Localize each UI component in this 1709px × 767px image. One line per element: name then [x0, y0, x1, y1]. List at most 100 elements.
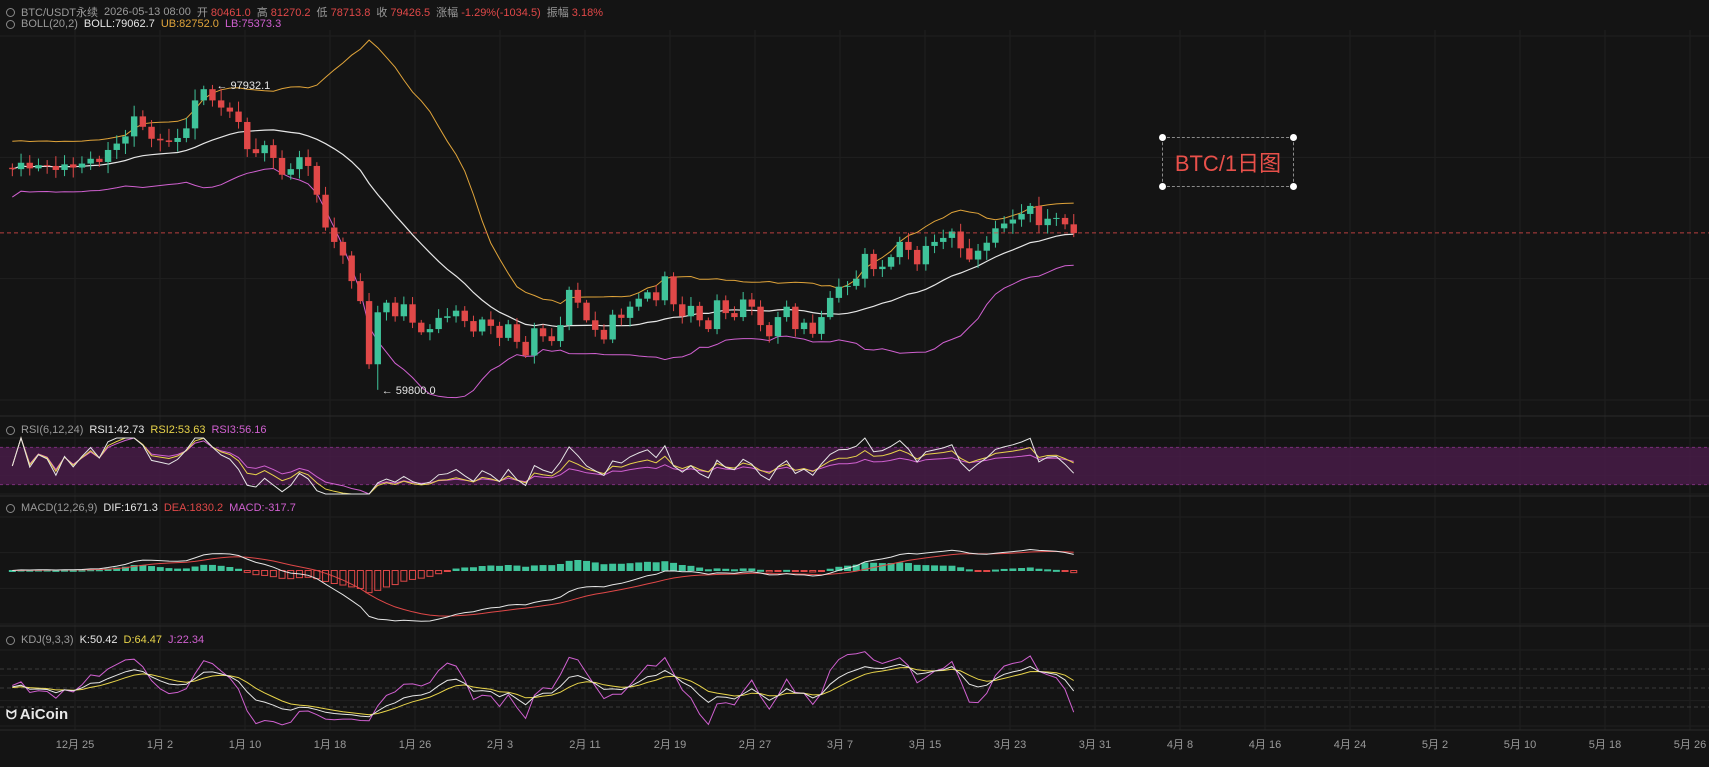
candle-body [722, 300, 729, 314]
boll-ub-value: UB:82752.0 [160, 18, 219, 30]
d-value: D:64.47 [123, 634, 163, 646]
macd-histogram-bar [704, 569, 712, 572]
candle-body [705, 320, 712, 330]
macd-histogram-bar [200, 564, 208, 572]
bell-icon[interactable] [6, 503, 15, 513]
macd-value: MACD:-317.7 [229, 502, 296, 514]
macd-histogram-bar [530, 565, 538, 571]
macd-histogram-bar [339, 570, 347, 586]
x-tick-label: 3月 23 [994, 739, 1026, 751]
candle-body [652, 292, 660, 301]
macd-histogram-bar [252, 570, 260, 576]
candle-body [191, 100, 199, 129]
candle-body [391, 302, 399, 317]
macd-histogram-bar [765, 570, 773, 573]
candle-body [322, 194, 329, 228]
candle-body [17, 162, 25, 170]
x-tick-label: 2月 19 [654, 739, 686, 751]
x-tick-label: 5月 10 [1504, 739, 1536, 751]
candle-body [1070, 224, 1077, 234]
dif-line [12, 548, 1074, 622]
macd-histogram-bar [939, 565, 947, 571]
candle-body [931, 241, 938, 246]
candle-body [409, 304, 416, 323]
rsi-name[interactable]: RSI(6,12,24) [21, 424, 83, 436]
collapse-toggle-icon[interactable] [6, 7, 15, 17]
x-tick-label: 4月 8 [1167, 739, 1193, 751]
dif-value: DIF:1671.3 [103, 502, 158, 514]
resize-handle[interactable] [1159, 134, 1166, 141]
macd-histogram-bar [591, 562, 599, 572]
bell-icon[interactable] [6, 19, 15, 29]
candle-body [418, 322, 425, 333]
min-price-label: ← 59800.0 [382, 385, 436, 397]
candle-body [592, 320, 599, 330]
candle-body [104, 149, 112, 162]
candle-body [565, 289, 573, 326]
macd-histogram-bar [1026, 567, 1034, 571]
macd-histogram-bar [226, 567, 234, 571]
macd-histogram-bar [957, 567, 965, 572]
candle-body [165, 140, 173, 142]
annotation-text: BTC/1日图 [1174, 151, 1282, 176]
x-tick-label: 3月 31 [1079, 739, 1111, 751]
candle-body [644, 292, 651, 299]
candle-body [113, 143, 120, 150]
resize-handle[interactable] [1290, 134, 1297, 141]
macd-histogram-bar [1000, 568, 1008, 571]
candle-body [400, 304, 408, 317]
x-tick-label: 1月 26 [399, 739, 431, 751]
bell-icon[interactable] [6, 635, 15, 645]
macd-histogram-bar [426, 570, 434, 577]
bell-icon[interactable] [6, 425, 15, 435]
candle-body [870, 253, 877, 270]
kdj-name[interactable]: KDJ(9,3,3) [21, 634, 74, 646]
macd-name[interactable]: MACD(12,26,9) [21, 502, 97, 514]
candle-body [270, 145, 277, 158]
macd-histogram-bar [182, 568, 190, 572]
candle-body [609, 314, 616, 340]
candle-body [548, 336, 555, 342]
macd-histogram-bar [269, 570, 277, 578]
candle-body [461, 310, 468, 322]
macd-histogram-bar [548, 565, 556, 571]
candle-body [496, 325, 503, 338]
candle-body [896, 241, 903, 258]
macd-histogram-bar [365, 570, 373, 594]
candle-body [487, 319, 495, 326]
macd-histogram-bar [991, 569, 999, 572]
resize-handle[interactable] [1290, 183, 1297, 190]
macd-histogram-bar [600, 564, 608, 572]
candle-body [348, 255, 355, 282]
candle-body [679, 304, 686, 317]
candle-body [35, 165, 42, 169]
candle-body [739, 299, 747, 318]
macd-histogram-bar [635, 562, 643, 571]
macd-histogram-bar [670, 562, 678, 571]
candle-body [96, 158, 103, 162]
macd-histogram-bar [878, 563, 886, 571]
candle-body [731, 313, 738, 318]
candle-body [600, 329, 608, 340]
resize-handle[interactable] [1159, 183, 1166, 190]
macd-histogram-bar [469, 567, 477, 572]
chart-canvas[interactable]: ← 97932.1 ← 59800.0 12月 25 1月 2 1月 10 1月 18 1月… [0, 0, 1709, 767]
macd-histogram-bar [1070, 570, 1078, 574]
close-value: 79426.5 [390, 7, 431, 19]
candle-body [444, 316, 451, 318]
macd-histogram-bar [156, 567, 164, 572]
macd-histogram-bar [417, 570, 425, 579]
macd-histogram-bar [1061, 570, 1069, 572]
candle-body [505, 324, 512, 338]
macd-histogram-bar [922, 565, 930, 572]
boll-name[interactable]: BOLL(20,2) [21, 18, 78, 30]
macd-histogram-bar [1009, 568, 1017, 571]
candle-body [435, 317, 442, 330]
dea-value: DEA:1830.2 [163, 502, 224, 514]
candle-body [1035, 205, 1043, 226]
candle-body [557, 325, 564, 342]
text-annotation[interactable]: BTC/1日图 [1159, 134, 1297, 190]
candle-body [626, 306, 634, 318]
change-value: -1.29%(-1034.5) [461, 7, 541, 19]
macd-histogram-bar [800, 570, 808, 572]
